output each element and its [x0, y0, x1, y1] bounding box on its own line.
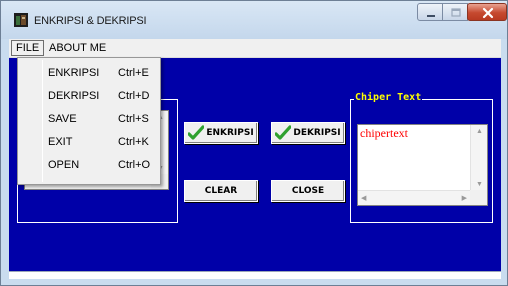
minimize-button[interactable] [417, 3, 443, 21]
menu-item-dekripsi[interactable]: DEKRIPSI Ctrl+D [20, 86, 158, 108]
check-icon [188, 125, 205, 140]
menu-file[interactable]: FILE [11, 40, 45, 56]
menu-item-shortcut: Ctrl+O [118, 159, 151, 171]
menu-about-me[interactable]: ABOUT ME [49, 41, 106, 56]
dekripsi-button[interactable]: DEKRIPSI [271, 122, 345, 144]
menu-item-exit[interactable]: EXIT Ctrl+K [20, 132, 158, 154]
menu-item-label: DEKRIPSI [48, 90, 100, 102]
scroll-down-icon[interactable]: ▼ [476, 181, 483, 188]
enkripsi-button[interactable]: ENKRIPSI [184, 122, 258, 144]
clear-label: CLEAR [204, 186, 238, 196]
menu-item-label: OPEN [48, 159, 80, 171]
close-window-button[interactable] [467, 3, 507, 21]
menu-bar: FILE ABOUT ME [9, 39, 501, 58]
menu-item-save[interactable]: SAVE Ctrl+S [20, 109, 158, 131]
menu-item-shortcut: Ctrl+K [118, 136, 149, 148]
window-title: ENKRIPSI & DEKRIPSI [34, 15, 147, 27]
menu-item-shortcut: Ctrl+S [118, 113, 149, 125]
cipher-text-vertical-scrollbar[interactable]: ▲ ▼ [470, 125, 487, 190]
minimize-icon [427, 15, 435, 17]
close-label: CLOSE [291, 186, 325, 196]
close-icon [482, 7, 494, 19]
app-icon [14, 13, 28, 27]
maximize-icon [451, 8, 461, 17]
menu-item-open[interactable]: OPEN Ctrl+O [20, 155, 158, 177]
menu-item-shortcut: Ctrl+E [118, 67, 149, 79]
cipher-text-box[interactable]: chipertext ▲ ▼ ◀ ▶ [357, 124, 488, 206]
enkripsi-label: ENKRIPSI [206, 128, 254, 138]
status-strip [9, 271, 501, 279]
cipher-text-horizontal-scrollbar[interactable]: ◀ ▶ [358, 190, 470, 205]
app-window: ENKRIPSI & DEKRIPSI FILE ABOUT ME ENKRIP… [0, 0, 508, 286]
scroll-left-icon[interactable]: ◀ [361, 194, 366, 202]
scroll-corner [470, 190, 487, 205]
menu-item-label: SAVE [48, 113, 77, 125]
menu-item-shortcut: Ctrl+D [118, 90, 150, 102]
scroll-up-icon[interactable]: ▲ [476, 128, 483, 135]
cipher-text-caption: Chiper Text [354, 92, 423, 103]
title-bar[interactable]: ENKRIPSI & DEKRIPSI [1, 1, 507, 39]
menu-item-label: ENKRIPSI [48, 67, 100, 79]
cipher-text-group: Chiper Text chipertext ▲ ▼ ◀ ▶ [350, 92, 493, 223]
file-menu-dropdown: ENKRIPSI Ctrl+E DEKRIPSI Ctrl+D SAVE Ctr… [17, 57, 161, 185]
check-icon [275, 125, 292, 140]
menu-item-label: EXIT [48, 136, 73, 148]
dekripsi-label: DEKRIPSI [293, 128, 341, 138]
close-button[interactable]: CLOSE [271, 180, 345, 202]
menu-item-enkripsi[interactable]: ENKRIPSI Ctrl+E [20, 63, 158, 85]
maximize-button[interactable] [442, 3, 468, 21]
cipher-text-value: chipertext [360, 126, 408, 140]
clear-button[interactable]: CLEAR [184, 180, 258, 202]
scroll-right-icon[interactable]: ▶ [462, 194, 467, 202]
